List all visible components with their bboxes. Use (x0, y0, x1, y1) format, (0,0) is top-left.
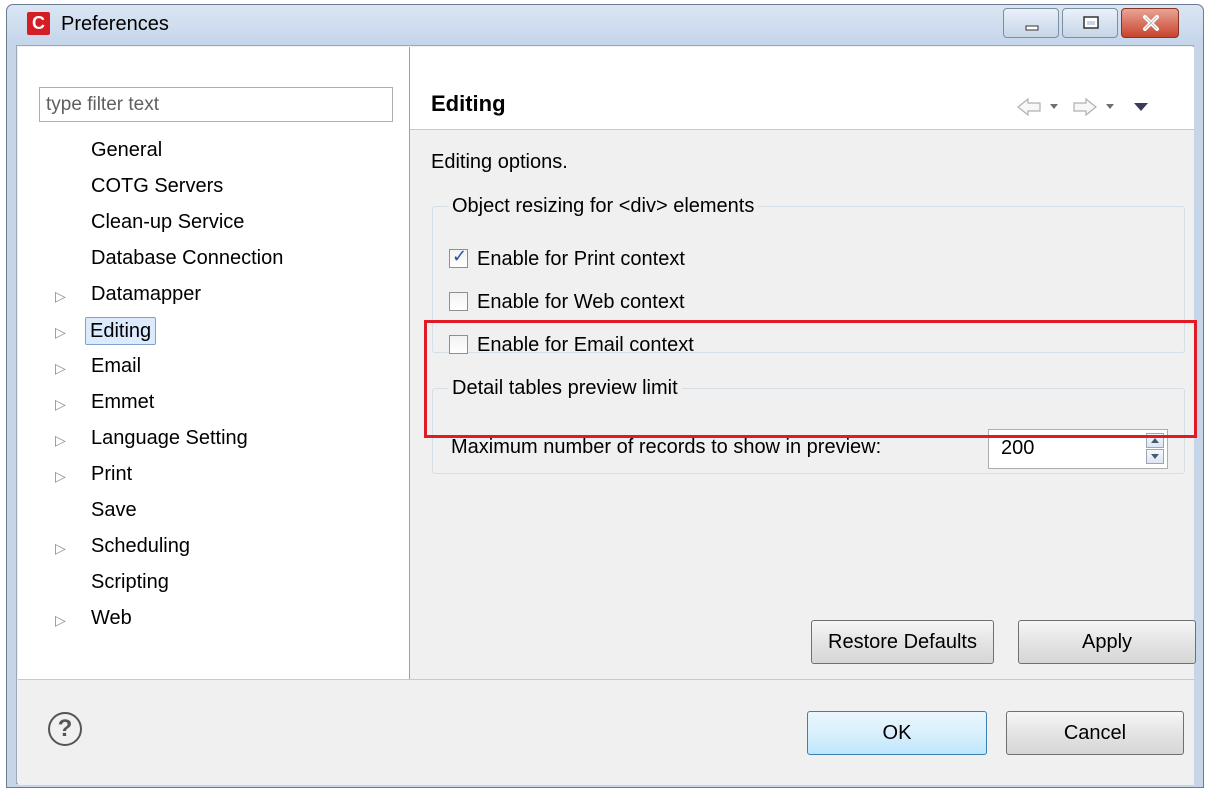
tree-item[interactable]: General (18, 135, 398, 169)
tree-item[interactable]: ▷ Editing (18, 315, 398, 349)
forward-arrow-icon[interactable] (1073, 97, 1097, 117)
checkbox[interactable] (449, 246, 468, 268)
maximize-button[interactable] (1062, 8, 1118, 38)
tree-item[interactable]: Database Connection (18, 243, 398, 277)
expand-arrow-icon[interactable]: ▷ (55, 360, 66, 377)
cancel-button[interactable]: Cancel (1006, 711, 1184, 755)
preview-limit-value[interactable]: 200 (1001, 437, 1034, 460)
page-navigation-toolbar (1017, 97, 1148, 117)
expand-arrow-icon[interactable]: ▷ (55, 288, 66, 305)
back-dropdown-icon[interactable] (1050, 104, 1058, 109)
tree-item[interactable]: ▷ Email (18, 351, 398, 385)
view-menu-icon[interactable] (1134, 103, 1148, 111)
page-title: Editing (431, 91, 506, 116)
minimize-icon (1025, 25, 1039, 31)
preview-limit-label: Maximum number of records to show in pre… (451, 436, 882, 458)
apply-button[interactable]: Apply (1018, 620, 1196, 664)
expand-arrow-icon[interactable]: ▷ (55, 432, 66, 449)
filter-input[interactable] (39, 87, 393, 122)
tree-item-label: Datamapper (91, 283, 202, 305)
close-icon (1143, 15, 1159, 31)
maximize-icon (1083, 16, 1099, 29)
tree-item-label: Scheduling (91, 535, 190, 557)
tree-item-label: Clean-up Service (91, 211, 245, 233)
checkbox-label: Enable for Web context (477, 291, 685, 313)
expand-arrow-icon[interactable]: ▷ (55, 468, 66, 485)
tree-item[interactable]: ▷ Language Setting (18, 423, 398, 457)
tree-item-label: Email (91, 355, 142, 377)
window-title: Preferences (61, 13, 169, 35)
tree-item-label: Save (91, 499, 137, 521)
expand-arrow-icon[interactable]: ▷ (55, 612, 66, 629)
back-arrow-icon[interactable] (1017, 97, 1041, 117)
expand-arrow-icon[interactable]: ▷ (55, 396, 66, 413)
restore-defaults-button[interactable]: Restore Defaults (811, 620, 994, 664)
title-bar[interactable]: C Preferences (7, 5, 1203, 45)
dialog-button-bar: ? OK Cancel (18, 679, 1194, 785)
expand-arrow-icon[interactable]: ▷ (55, 324, 66, 341)
object-resizing-legend: Object resizing for <div> elements (452, 195, 755, 217)
highlight-box (424, 320, 1197, 438)
tree-item-label: Language Setting (91, 427, 248, 449)
expand-arrow-icon[interactable]: ▷ (55, 540, 66, 557)
tree-item-label: COTG Servers (91, 175, 224, 197)
checkbox-label: Enable for Print context (477, 248, 685, 270)
tree-item-label: Database Connection (91, 247, 284, 269)
close-button[interactable] (1121, 8, 1179, 38)
tree-item-label: Web (91, 607, 132, 629)
tree-item[interactable]: ▷ Datamapper (18, 279, 398, 313)
tree-item[interactable]: ▷ Emmet (18, 387, 398, 421)
minimize-button[interactable] (1003, 8, 1059, 38)
checkbox[interactable] (449, 292, 468, 311)
spinner-down-button[interactable] (1146, 449, 1164, 464)
preferences-tree-pane: General COTG Servers Clean-up Service Datab… (18, 47, 410, 679)
tree-item[interactable]: Clean-up Service (18, 207, 398, 241)
ok-button[interactable]: OK (807, 711, 987, 755)
tree-item-label: Scripting (91, 571, 169, 593)
tree-item[interactable]: COTG Servers (18, 171, 398, 205)
tree-item-label: Emmet (91, 391, 155, 413)
tree-item[interactable]: Save (18, 495, 398, 529)
tree-item-label: Editing (85, 317, 157, 345)
tree-item-label: Print (91, 463, 133, 485)
tree-item[interactable]: ▷ Scheduling (18, 531, 398, 565)
page-header: Editing (410, 47, 1194, 130)
arrow-down-icon (1151, 454, 1159, 459)
tree-item-label: General (91, 139, 163, 161)
forward-dropdown-icon[interactable] (1106, 104, 1114, 109)
help-icon[interactable]: ? (48, 712, 82, 746)
page-description: Editing options. (431, 151, 568, 173)
app-icon: C (27, 12, 50, 35)
tree-item[interactable]: Scripting (18, 567, 398, 601)
tree-item[interactable]: ▷ Print (18, 459, 398, 493)
tree-item[interactable]: ▷ Web (18, 603, 398, 637)
